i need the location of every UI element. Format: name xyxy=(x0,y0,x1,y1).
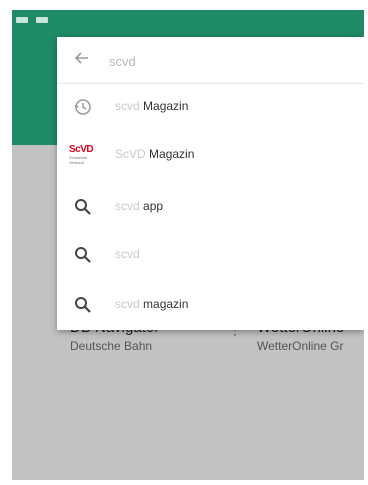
screen: DB DB Navigator Deutsche Bahn ⋮ wetteron… xyxy=(12,10,364,480)
search-icon xyxy=(75,247,91,263)
search-icon xyxy=(75,297,91,313)
suggestion-item[interactable]: scvd app xyxy=(57,183,364,231)
search-suggestions-panel: scvd Magazin ScVDSchweizer Verband ScVD … xyxy=(57,37,364,330)
suggestion-text: scvd magazin xyxy=(115,297,189,311)
suggestion-text: scvd xyxy=(115,247,140,261)
status-icon xyxy=(36,17,48,23)
app-developer: Deutsche Bahn xyxy=(70,339,153,353)
scvd-logo-icon: ScVD Schweizer Verband xyxy=(69,144,94,165)
app-developer: WetterOnline Gr xyxy=(257,339,344,353)
suggestion-text: scvd Magazin xyxy=(115,99,189,113)
suggestion-item[interactable]: scvd xyxy=(57,231,364,279)
suggestion-item[interactable]: ScVD Schweizer Verband ScVD Magazin xyxy=(57,131,364,179)
suggestion-item[interactable]: scvd magazin xyxy=(57,281,364,329)
search-input[interactable] xyxy=(107,49,351,73)
search-bar xyxy=(57,37,364,84)
suggestion-item[interactable]: scvd Magazin xyxy=(57,83,364,131)
status-icon xyxy=(16,17,28,23)
status-bar xyxy=(12,10,82,23)
history-icon xyxy=(74,99,91,115)
back-arrow-icon[interactable] xyxy=(73,49,91,67)
search-icon xyxy=(75,199,91,215)
suggestion-text: ScVD Magazin xyxy=(115,147,195,161)
suggestion-text: scvd app xyxy=(115,199,164,213)
